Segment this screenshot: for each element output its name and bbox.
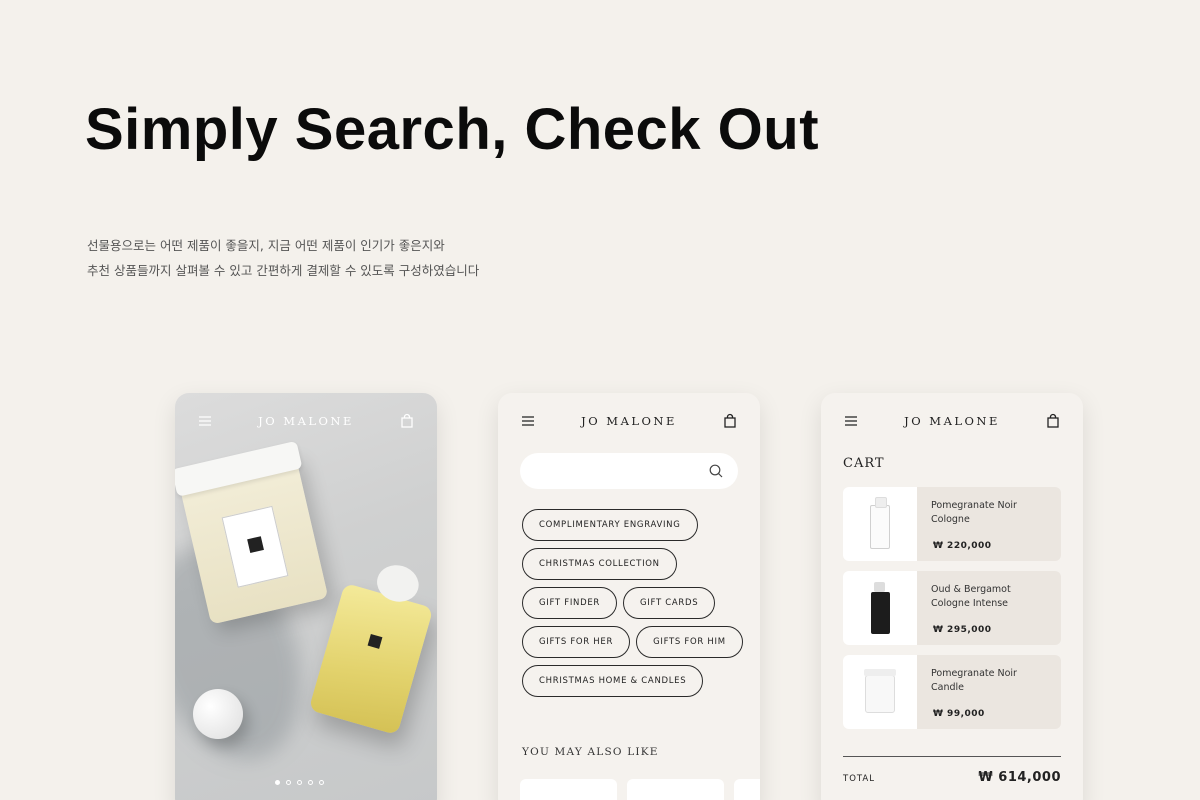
carousel-dot[interactable] [319,780,324,785]
cart-item-info: Pomegranate Noir Candle ₩ 99,000 [917,655,1061,729]
brand-logo[interactable]: JO MALONE [258,414,354,428]
phone-cart-screen: JO MALONE CART Pomegranate Noir Cologne … [821,393,1083,800]
page-headline: Simply Search, Check Out [85,97,820,162]
recommended-product-card[interactable] [734,779,760,800]
chip-complimentary-engraving[interactable]: COMPLIMENTARY ENGRAVING [522,509,698,541]
carousel-dots [275,780,324,785]
page-description: 선물용으로는 어떤 제품이 좋을지, 지금 어떤 제품이 인기가 좋은지와 추천… [87,233,479,283]
carousel-dot[interactable] [286,780,291,785]
cart-item[interactable]: Pomegranate Noir Candle ₩ 99,000 [843,655,1061,729]
carousel-dot[interactable] [297,780,302,785]
phone-search-screen: JO MALONE COMPLIMENTARY ENGRAVING CHRIST… [498,393,760,800]
chip-gift-cards[interactable]: GIFT CARDS [623,587,716,619]
phone-header: JO MALONE [821,393,1083,449]
bottle-product-image[interactable] [308,560,434,736]
carousel-dot[interactable] [308,780,313,785]
description-line-1: 선물용으로는 어떤 제품이 좋을지, 지금 어떤 제품이 인기가 좋은지와 [87,238,445,253]
phone-hero-screen: JO MALONE [175,393,437,800]
chip-gifts-for-her[interactable]: GIFTS FOR HER [522,626,631,658]
cart-item-name: Pomegranate Noir Candle [931,668,1017,693]
phone-header: JO MALONE [498,393,760,449]
chip-gift-finder[interactable]: GIFT FINDER [522,587,618,619]
chip-christmas-home-candles[interactable]: CHRISTMAS HOME & CANDLES [522,665,704,697]
product-thumbnail [843,655,917,729]
cart-item-price: ₩ 295,000 [933,625,992,635]
cart-item-price: ₩ 220,000 [933,541,992,551]
bottle-cap [372,560,424,607]
recommended-product-card[interactable] [520,779,617,800]
cart-item[interactable]: Pomegranate Noir Cologne ₩ 220,000 [843,487,1061,561]
candle-lid [175,440,303,497]
recommended-product-card[interactable] [627,779,724,800]
hamburger-menu-icon[interactable] [843,413,859,429]
cart-title: CART [843,456,885,471]
description-line-2: 추천 상품들까지 살펴볼 수 있고 간편하게 결제할 수 있도록 구성하였습니다 [87,263,480,278]
hamburger-menu-icon[interactable] [520,413,536,429]
chip-gifts-for-him[interactable]: GIFTS FOR HIM [636,626,743,658]
you-may-also-like-title: YOU MAY ALSO LIKE [522,746,659,758]
phone-header: JO MALONE [175,393,437,449]
carousel-dot[interactable] [275,780,280,785]
total-value: ₩ 614,000 [978,770,1061,785]
cart-item-info: Oud & Bergamot Cologne Intense ₩ 295,000 [917,571,1061,645]
total-label: TOTAL [843,774,875,784]
chip-christmas-collection[interactable]: CHRISTMAS COLLECTION [522,548,677,580]
shopping-bag-icon[interactable] [1045,413,1061,429]
search-input[interactable] [520,453,738,489]
cart-item-name: Oud & Bergamot Cologne Intense [931,584,1011,609]
cart-item-name: Pomegranate Noir Cologne [931,500,1017,525]
search-icon[interactable] [708,463,724,479]
hamburger-menu-icon[interactable] [197,413,213,429]
brand-logo[interactable]: JO MALONE [581,414,677,428]
candle-label [221,505,289,588]
cart-item-price: ₩ 99,000 [933,709,985,719]
brand-logo[interactable]: JO MALONE [904,414,1000,428]
shopping-bag-icon[interactable] [722,413,738,429]
cart-divider [843,756,1061,757]
cart-item[interactable]: Oud & Bergamot Cologne Intense ₩ 295,000 [843,571,1061,645]
cart-item-info: Pomegranate Noir Cologne ₩ 220,000 [917,487,1061,561]
pebble-decoration [193,689,243,739]
product-thumbnail [843,571,917,645]
shopping-bag-icon[interactable] [399,413,415,429]
category-chips: COMPLIMENTARY ENGRAVING CHRISTMAS COLLEC… [522,509,744,697]
product-thumbnail [843,487,917,561]
